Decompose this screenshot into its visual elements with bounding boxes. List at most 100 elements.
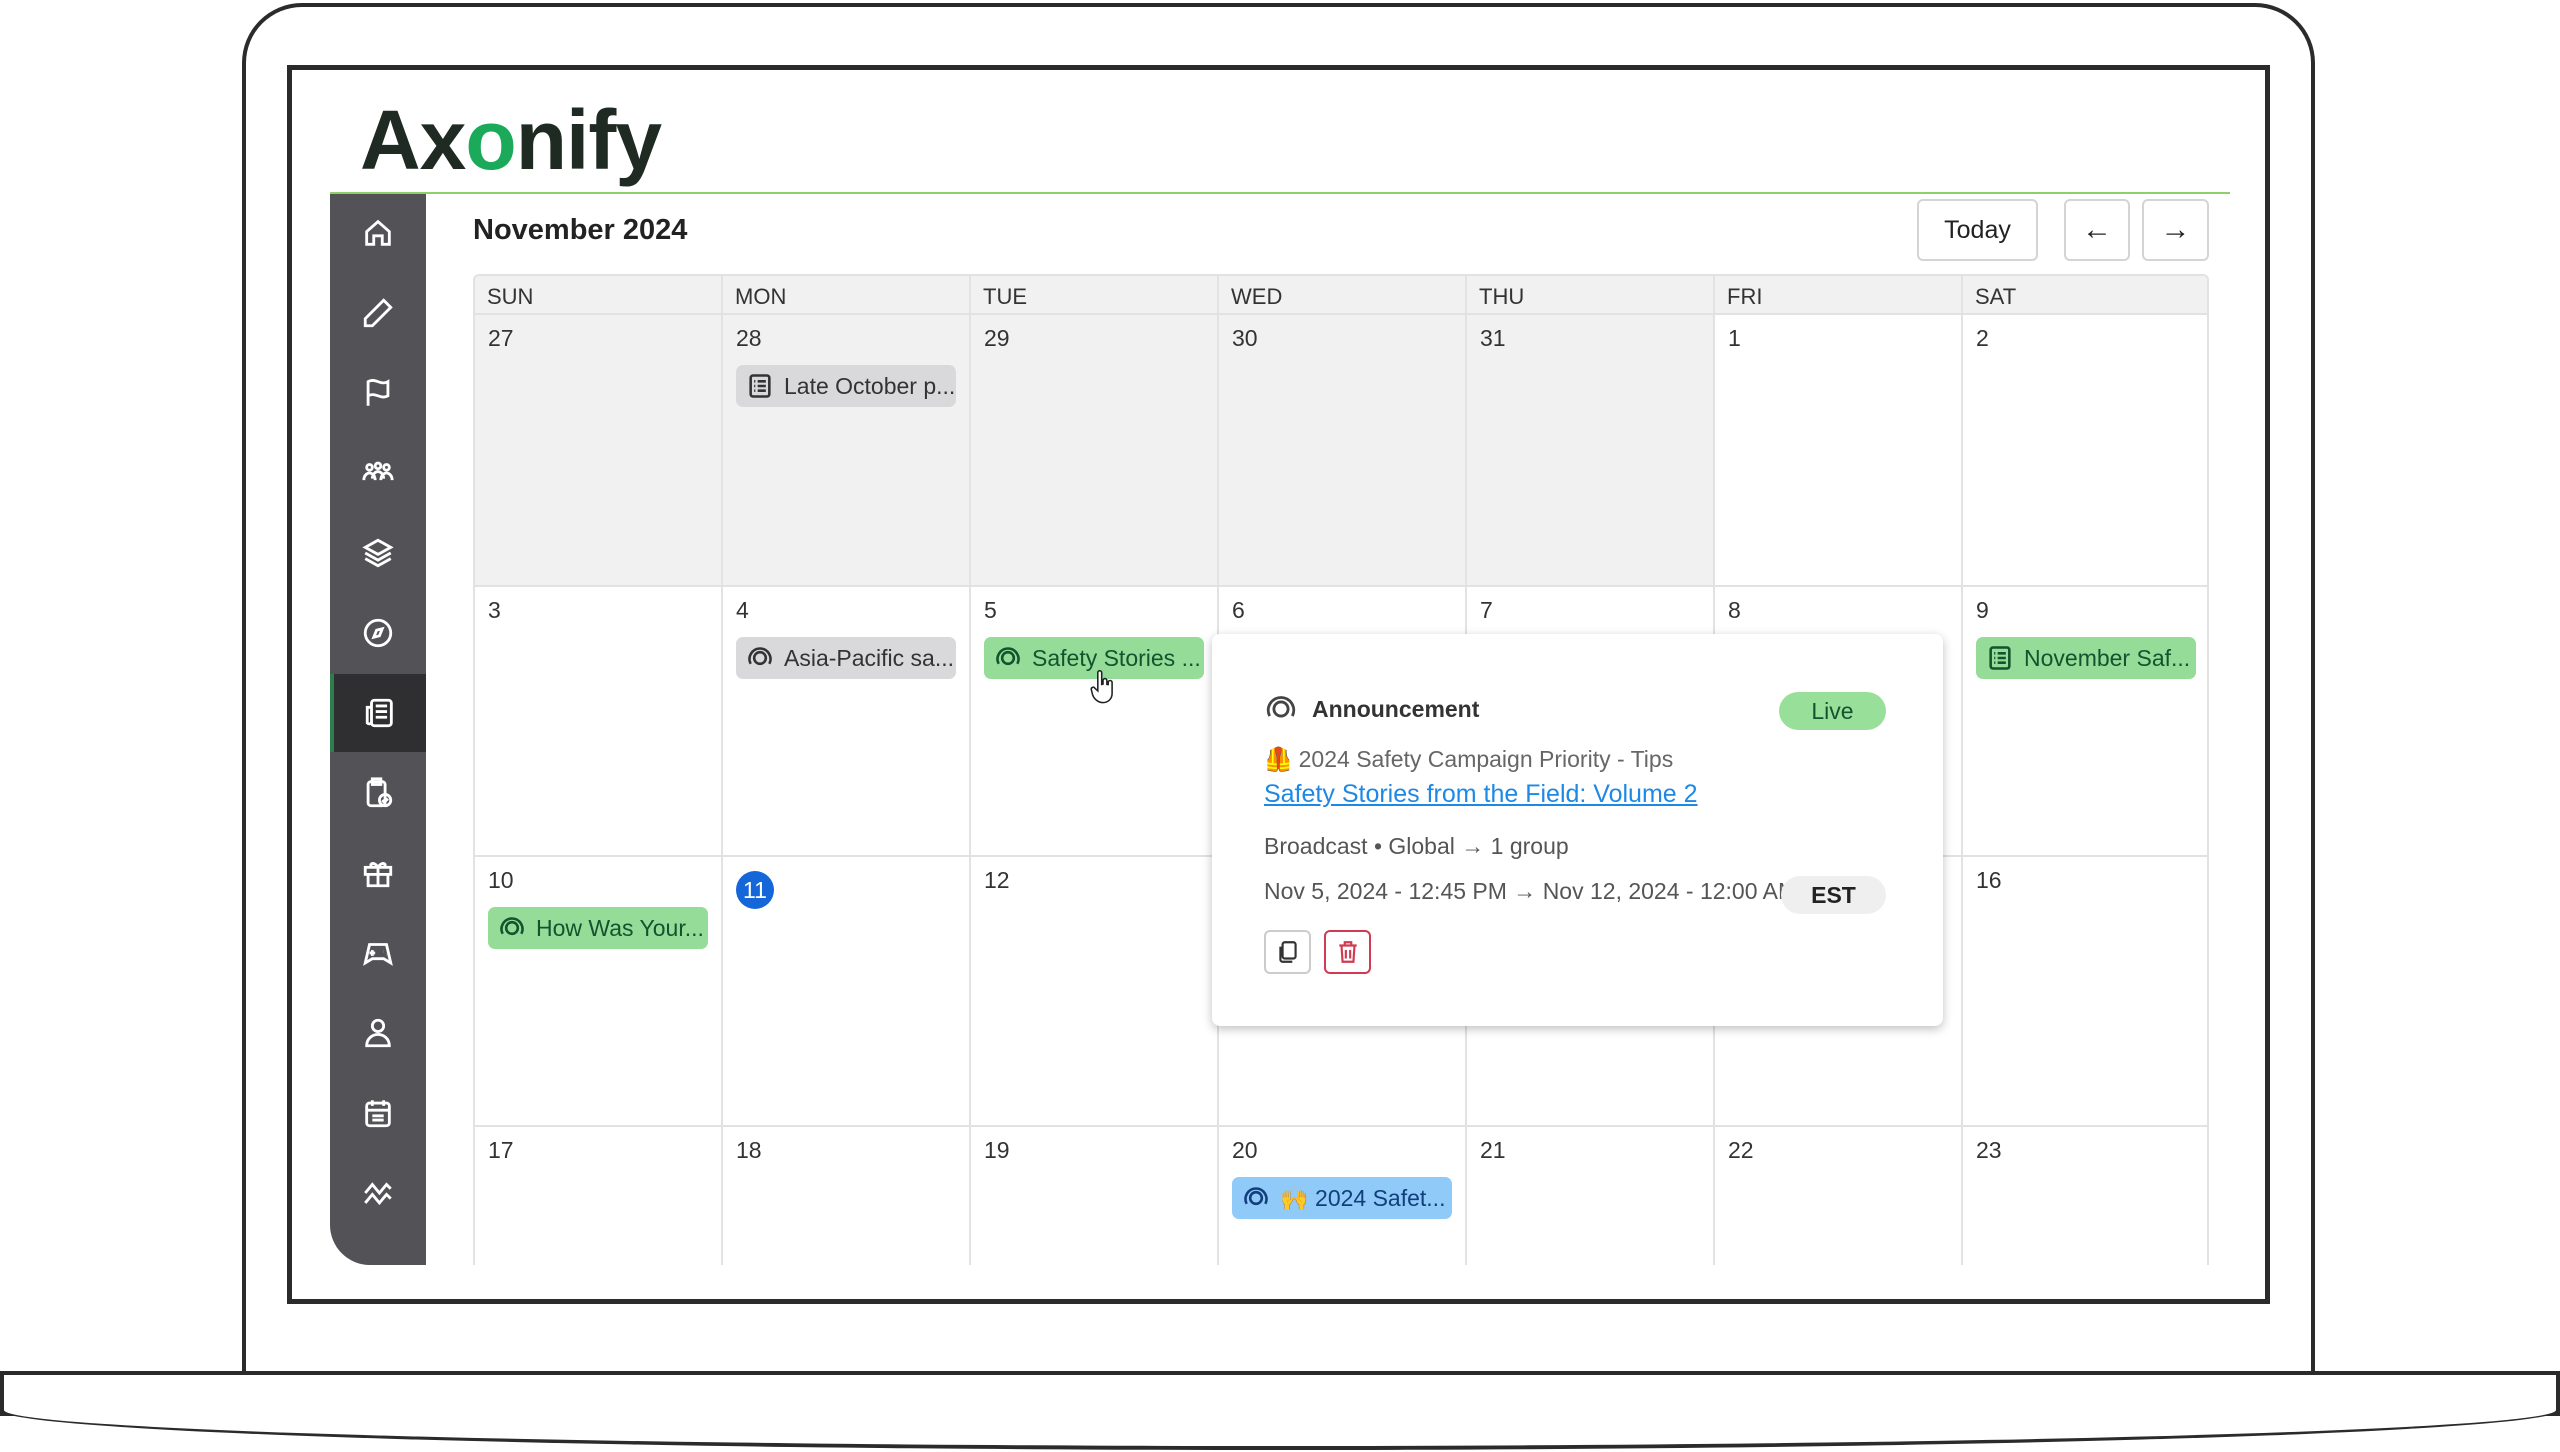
day-cell[interactable]: 18 (723, 1127, 971, 1265)
day-cell[interactable]: 21 (1467, 1127, 1715, 1265)
page-title: November 2024 (473, 214, 688, 246)
sidebar-item-home[interactable] (330, 194, 426, 272)
day-number: 8 (1728, 597, 1741, 623)
day-cell[interactable]: 17 (475, 1127, 723, 1265)
day-number: 30 (1232, 325, 1258, 351)
day-number: 18 (736, 1137, 762, 1163)
sidebar-item-clipboard-check[interactable] (330, 754, 426, 832)
home-icon (365, 219, 391, 246)
announcement-icon (500, 917, 524, 936)
today-button[interactable]: Today (1917, 199, 2038, 261)
day-number: 7 (1480, 597, 1493, 623)
prev-month-button[interactable]: ← (2064, 199, 2130, 261)
day-number: 22 (1728, 1137, 1754, 1163)
day-number: 23 (1976, 1137, 2002, 1163)
event-chip[interactable]: 🙌 2024 Safet... (1232, 1177, 1452, 1219)
duplicate-button[interactable] (1264, 930, 1311, 974)
trash-icon (1338, 941, 1357, 963)
sidebar (330, 194, 426, 1265)
sidebar-item-pencil[interactable] (330, 274, 426, 352)
weekday-header: FRI (1715, 276, 1963, 315)
day-number: 31 (1480, 325, 1506, 351)
event-chip[interactable]: November Saf... (1976, 637, 2196, 679)
compass-icon (363, 618, 393, 648)
day-cell[interactable]: 31 (1467, 315, 1715, 587)
sidebar-item-compass[interactable] (330, 594, 426, 672)
day-cell[interactable]: 3 (475, 587, 723, 857)
day-cell[interactable]: 28 Late October p... (723, 315, 971, 587)
layers-icon (362, 538, 394, 568)
next-month-button[interactable]: → (2142, 199, 2209, 261)
sidebar-item-gift[interactable] (330, 834, 426, 912)
sidebar-item-calendar[interactable] (330, 1074, 426, 1152)
announcement-icon (1244, 1187, 1268, 1206)
day-cell[interactable]: 20 🙌 2024 Safet... (1219, 1127, 1467, 1265)
timezone-badge: EST (1781, 876, 1886, 914)
day-number: 10 (488, 867, 514, 893)
sidebar-item-flag[interactable] (330, 354, 426, 432)
day-number: 1 (1728, 325, 1741, 351)
sidebar-item-user[interactable] (330, 994, 426, 1072)
day-number: 4 (736, 597, 749, 623)
event-chip[interactable]: Asia-Pacific sa... (736, 637, 956, 679)
pencil-icon (363, 298, 393, 328)
sidebar-item-analytics[interactable] (330, 1154, 426, 1232)
event-type: Announcement (1312, 695, 1480, 722)
day-number: 12 (984, 867, 1010, 893)
day-number: 16 (1976, 867, 2002, 893)
gift-icon (363, 862, 393, 888)
analytics-icon (364, 1182, 392, 1206)
campaign-name: 2024 Safety Campaign Priority - Tips (1298, 746, 1674, 772)
day-number: 19 (984, 1137, 1010, 1163)
day-cell[interactable]: 16 (1963, 857, 2207, 1127)
day-cell[interactable]: 9 November Saf... (1963, 587, 2207, 857)
day-cell[interactable]: 30 (1219, 315, 1467, 587)
day-number: 3 (488, 597, 501, 623)
clipboard-check-icon (366, 777, 393, 808)
axonify-logo: Axonify (360, 93, 662, 187)
sidebar-item-layers[interactable] (330, 514, 426, 592)
event-title-link[interactable]: Safety Stories from the Field: Volume 2 (1264, 780, 1698, 809)
event-chip[interactable]: How Was Your... (488, 907, 708, 949)
day-cell[interactable]: 19 (971, 1127, 1219, 1265)
day-cell[interactable]: 5 Safety Stories ... (971, 587, 1219, 857)
day-number: 27 (488, 325, 514, 351)
weekday-header: THU (1467, 276, 1715, 315)
announcement-icon (748, 647, 772, 666)
day-cell[interactable]: 10 How Was Your... (475, 857, 723, 1127)
sidebar-item-gamepad[interactable] (330, 914, 426, 992)
calendar-icon (365, 1100, 391, 1128)
list-icon (749, 374, 771, 398)
day-cell[interactable]: 22 (1715, 1127, 1963, 1265)
newspaper-icon (365, 698, 393, 728)
day-number: 29 (984, 325, 1010, 351)
sidebar-item-people[interactable] (330, 434, 426, 512)
event-label: Safety Stories ... (1032, 644, 1201, 671)
flag-icon (366, 379, 390, 406)
day-cell[interactable]: 27 (475, 315, 723, 587)
date-range: Nov 5, 2024 - 12:45 PM → Nov 12, 2024 - … (1264, 878, 1798, 904)
day-number: 9 (1976, 597, 1989, 623)
today-date: 11 (736, 871, 774, 909)
day-cell[interactable]: 2 (1963, 315, 2207, 587)
weekday-header: SUN (475, 276, 723, 315)
day-cell[interactable]: 11 (723, 857, 971, 1127)
event-popover: Announcement Live 🦺 2024 Safety Campaign… (1212, 634, 1943, 1026)
day-number: 5 (984, 597, 997, 623)
user-icon (365, 1018, 391, 1048)
day-cell[interactable]: 29 (971, 315, 1219, 587)
audience: Broadcast • Global → 1 group (1264, 833, 1569, 859)
event-label: 🙌 2024 Safet... (1280, 1184, 1446, 1211)
event-label: November Saf... (2024, 644, 2191, 671)
announcement-icon (1266, 696, 1296, 718)
delete-button[interactable] (1324, 930, 1371, 974)
day-number: 28 (736, 325, 762, 351)
copy-icon (1278, 941, 1297, 963)
day-cell[interactable]: 12 (971, 857, 1219, 1127)
day-cell[interactable]: 4 Asia-Pacific sa... (723, 587, 971, 857)
day-cell[interactable]: 1 (1715, 315, 1963, 587)
event-chip[interactable]: Late October p... (736, 365, 956, 407)
campaign-icon: 🦺 (1264, 746, 1293, 772)
sidebar-item-newspaper[interactable] (330, 674, 426, 752)
day-cell[interactable]: 23 (1963, 1127, 2207, 1265)
